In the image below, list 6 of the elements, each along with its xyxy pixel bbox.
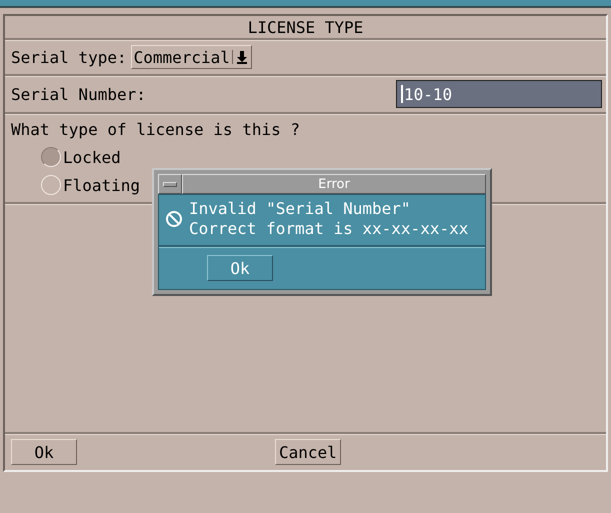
error-message: Invalid "Serial Number" Correct format is xx-xx-xx-xx [189,199,468,239]
field-label: Serial type: [11,48,127,66]
question-text: What type of license is this ? [11,120,301,139]
window-title: Error [182,174,486,194]
field-label: Serial Number: [11,84,146,104]
dialog-title: LICENSE TYPE [248,18,364,36]
